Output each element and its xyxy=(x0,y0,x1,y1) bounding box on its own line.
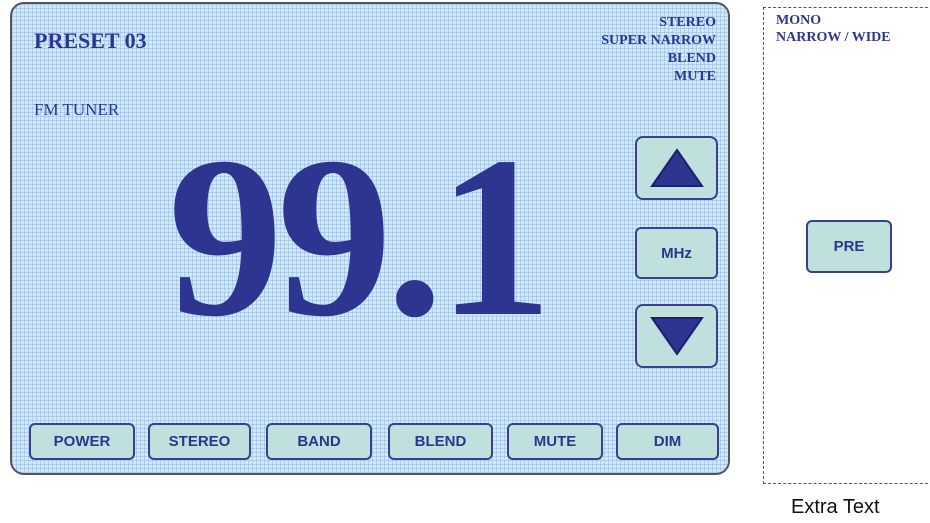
status-mute: MUTE xyxy=(674,69,716,84)
frequency-readout: 99.1 xyxy=(168,109,553,364)
extra-text-caption: Extra Text xyxy=(791,496,880,518)
tune-up-button[interactable] xyxy=(635,136,718,200)
power-button[interactable]: POWER xyxy=(29,423,135,460)
triangle-up-icon xyxy=(649,148,704,187)
extra-label-narrow-wide: NARROW / WIDE xyxy=(776,30,891,45)
blend-button[interactable]: BLEND xyxy=(388,423,493,460)
pre-button[interactable]: PRE xyxy=(806,220,892,273)
extra-label-mono: MONO xyxy=(776,13,822,28)
status-stereo: STEREO xyxy=(659,15,716,30)
tuner-display-panel: PRESET 03 FM TUNER STEREO SUPER NARROW B… xyxy=(10,2,730,475)
dim-button[interactable]: DIM xyxy=(616,423,719,460)
status-indicators: STEREO SUPER NARROW BLEND MUTE xyxy=(601,14,716,86)
preset-title: PRESET 03 xyxy=(34,28,147,53)
mute-button[interactable]: MUTE xyxy=(507,423,603,460)
band-button[interactable]: BAND xyxy=(266,423,372,460)
source-label: FM TUNER xyxy=(34,100,120,119)
tune-down-button[interactable] xyxy=(635,304,718,368)
status-super-narrow: SUPER NARROW xyxy=(601,33,716,48)
mhz-button[interactable]: MHz xyxy=(635,227,718,279)
status-blend: BLEND xyxy=(667,51,716,66)
stereo-button[interactable]: STEREO xyxy=(148,423,251,460)
triangle-down-icon xyxy=(649,317,704,356)
extra-labels: MONO NARROW / WIDE xyxy=(776,12,891,46)
